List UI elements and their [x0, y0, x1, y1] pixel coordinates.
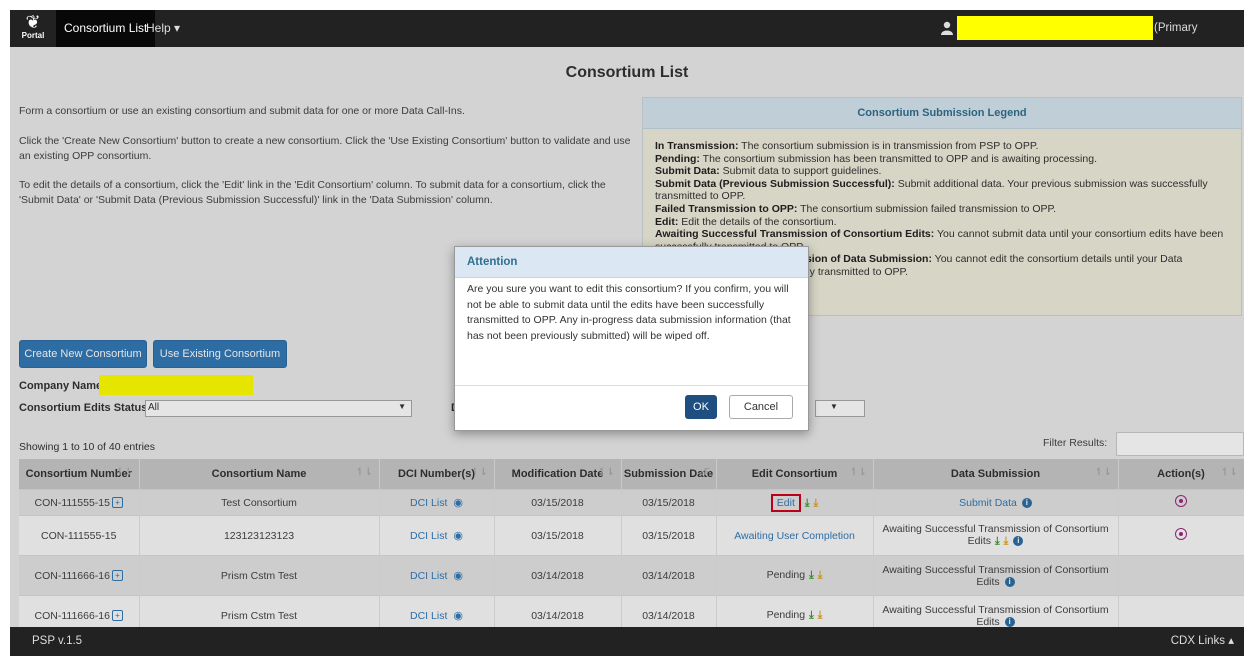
user-icon — [941, 21, 953, 35]
user-name-redacted[interactable] — [957, 16, 1153, 40]
dialog-footer: OK Cancel — [455, 385, 808, 430]
portal-logo[interactable]: ❦ Portal — [18, 13, 48, 45]
nav-help-menu[interactable]: Help ▾ — [138, 10, 188, 47]
version-label: PSP v.1.5 — [32, 635, 83, 647]
dialog-title: Attention — [467, 256, 518, 268]
cdx-links-menu[interactable]: CDX Links ▴ — [1171, 627, 1234, 656]
top-navbar: ❦ Portal Consortium List Help ▾ (Primary… — [10, 10, 1244, 71]
attention-dialog: Attention Are you sure you want to edit … — [454, 246, 809, 431]
logo-text: Portal — [21, 31, 45, 40]
dialog-header: Attention — [455, 247, 808, 278]
footer-bar: PSP v.1.5 CDX Links ▴ — [10, 627, 1244, 656]
portal-logo-icon: ❦ — [25, 12, 41, 32]
user-role: (Primary Submitter) — [1154, 22, 1207, 71]
ok-button[interactable]: OK — [685, 395, 717, 419]
dialog-message: Are you sure you want to edit this conso… — [467, 283, 791, 342]
cancel-button[interactable]: Cancel — [729, 395, 793, 419]
